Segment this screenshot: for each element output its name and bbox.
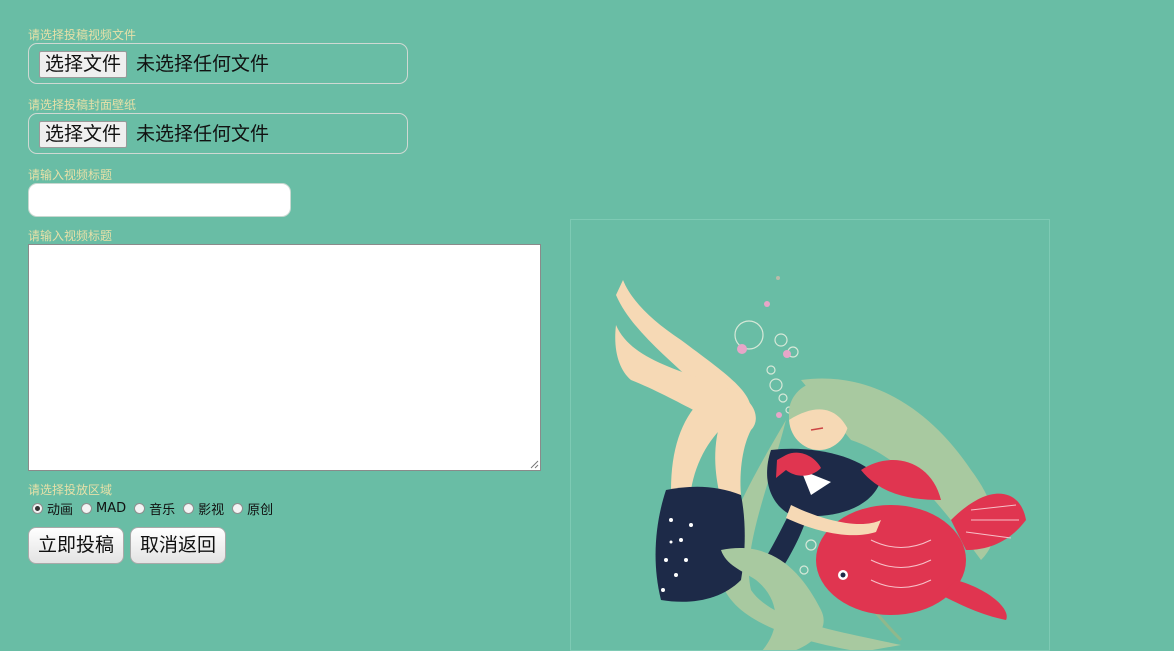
upload-page: 请选择投稿视频文件 选择文件 未选择任何文件 请选择投稿封面壁纸 选择文件 未选… <box>0 0 1174 651</box>
video-choose-file-button[interactable]: 选择文件 <box>39 51 128 78</box>
title-label: 请输入视频标题 <box>28 168 113 182</box>
region-option-label: 影视 <box>198 502 225 518</box>
cover-choose-file-button[interactable]: 选择文件 <box>39 121 128 148</box>
video-no-file-text: 未选择任何文件 <box>136 53 270 75</box>
region-option-label: 音乐 <box>149 502 176 518</box>
description-label: 请输入视频标题 <box>28 229 113 243</box>
region-option-label: 原创 <box>247 502 274 518</box>
region-option-label: 动画 <box>47 502 74 518</box>
radio-icon[interactable] <box>232 502 244 514</box>
title-input[interactable] <box>28 183 291 217</box>
resize-grip-icon[interactable] <box>529 459 539 469</box>
region-option[interactable]: 动画 <box>32 499 73 518</box>
cover-illustration <box>570 219 1050 651</box>
cancel-button[interactable]: 取消返回 <box>130 527 227 564</box>
video-file-input[interactable]: 选择文件 未选择任何文件 <box>28 43 408 84</box>
description-textarea[interactable] <box>28 244 541 471</box>
radio-icon[interactable] <box>134 502 146 514</box>
cover-no-file-text: 未选择任何文件 <box>136 123 270 145</box>
video-file-label: 请选择投稿视频文件 <box>28 28 137 42</box>
radio-checked-icon[interactable] <box>32 502 43 514</box>
radio-icon[interactable] <box>183 502 195 514</box>
region-option[interactable]: MAD <box>81 501 126 516</box>
radio-icon[interactable] <box>81 502 93 514</box>
region-label: 请选择投放区域 <box>28 483 113 497</box>
cover-file-label: 请选择投稿封面壁纸 <box>28 98 137 112</box>
submit-button[interactable]: 立即投稿 <box>28 527 125 564</box>
region-option-label: MAD <box>96 500 127 516</box>
region-radio-group: 动画 MAD 音乐 影视 原创 <box>32 499 281 518</box>
region-option[interactable]: 音乐 <box>134 499 175 518</box>
region-option[interactable]: 影视 <box>183 499 224 518</box>
region-option[interactable]: 原创 <box>232 499 273 518</box>
girl-with-goldfish-illustration-icon <box>615 276 1026 650</box>
cover-file-input[interactable]: 选择文件 未选择任何文件 <box>28 113 408 154</box>
